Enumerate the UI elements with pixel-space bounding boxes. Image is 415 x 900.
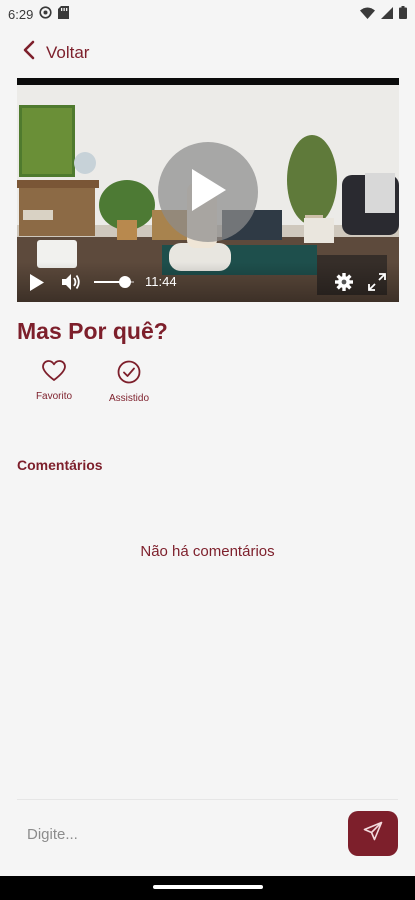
back-label: Voltar — [46, 42, 90, 62]
send-button[interactable] — [348, 811, 398, 856]
video-title: Mas Por quê? — [17, 318, 168, 344]
back-button[interactable]: Voltar — [22, 40, 89, 65]
favorite-button[interactable]: Favorito — [24, 360, 84, 402]
play-icon — [188, 167, 228, 218]
status-left: 6:29 — [8, 6, 70, 22]
video-top-border — [17, 78, 399, 85]
settings-button[interactable] — [335, 273, 353, 294]
fullscreen-icon — [368, 273, 386, 294]
chevron-left-icon — [22, 40, 36, 65]
composer-divider — [17, 799, 398, 800]
check-circle-icon — [117, 360, 141, 387]
signal-icon — [381, 6, 393, 22]
watched-label: Assistido — [108, 393, 149, 404]
video-player[interactable]: 11:44 — [17, 78, 399, 302]
sd-card-icon — [58, 6, 70, 22]
vpn-icon — [39, 6, 52, 22]
home-indicator[interactable] — [153, 885, 263, 889]
empty-comments-message: Não há comentários — [140, 543, 275, 560]
current-time: 11:44 — [145, 274, 177, 289]
status-bar: 6:29 — [0, 0, 415, 28]
volume-slider[interactable] — [94, 272, 134, 292]
gear-icon — [335, 273, 353, 294]
send-icon — [363, 821, 383, 846]
wifi-icon — [360, 7, 375, 22]
volume-icon — [62, 273, 82, 294]
heart-icon — [42, 360, 66, 385]
status-time: 6:29 — [8, 6, 34, 22]
comment-input[interactable] — [17, 812, 337, 856]
play-small-icon — [29, 274, 44, 294]
watched-button[interactable]: Assistido — [99, 360, 159, 404]
volume-button[interactable] — [62, 273, 82, 294]
status-right — [360, 6, 407, 22]
fullscreen-button[interactable] — [368, 273, 386, 294]
comments-heading: Comentários — [17, 457, 103, 473]
video-controls: 11:44 — [17, 262, 399, 302]
play-button[interactable] — [29, 274, 44, 294]
play-overlay-button[interactable] — [158, 142, 258, 242]
battery-icon — [399, 6, 407, 22]
favorite-label: Favorito — [35, 391, 73, 402]
